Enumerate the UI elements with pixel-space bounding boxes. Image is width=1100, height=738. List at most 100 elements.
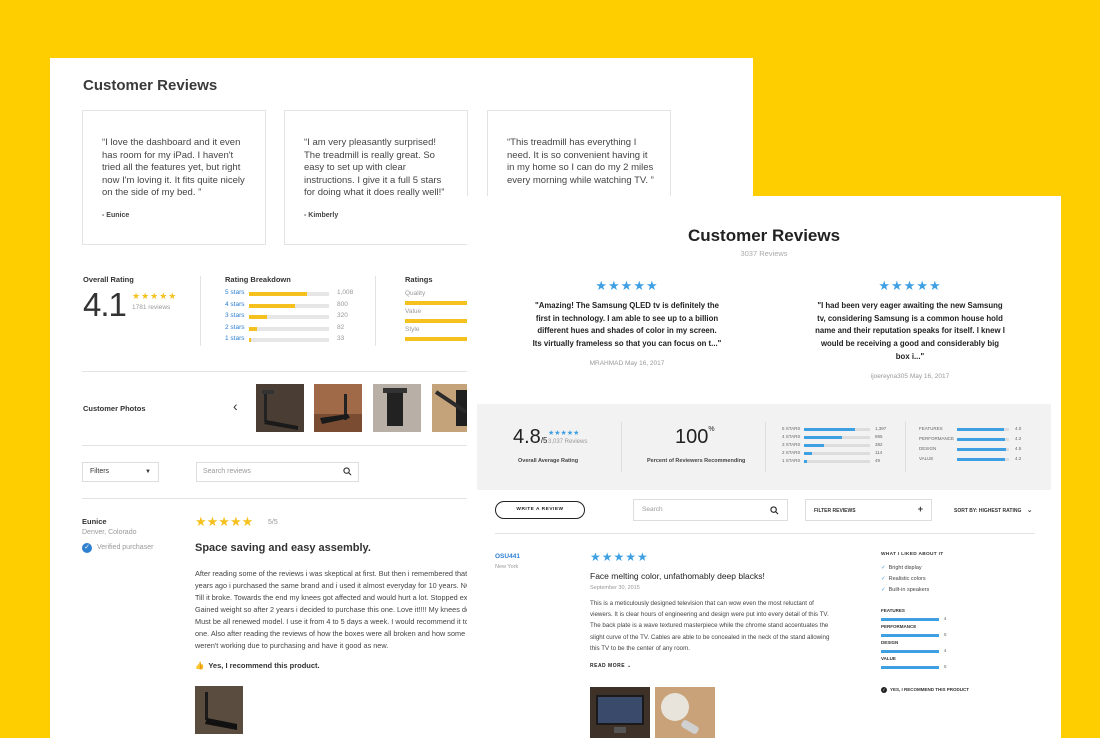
featured-stars: ★★★★★ xyxy=(878,278,942,293)
rating-row: Quality xyxy=(405,290,475,305)
feature-rating-bar xyxy=(957,458,1009,461)
breakdown-label[interactable]: 5 stars xyxy=(225,289,245,296)
breakdown-row[interactable]: 4 stars 800 xyxy=(225,301,355,311)
percent-value: 100 xyxy=(675,426,709,448)
check-icon: ✓ xyxy=(881,565,886,571)
feature-rating-label: PERFORMANCE xyxy=(919,436,955,441)
review-photo[interactable] xyxy=(195,686,243,734)
star-breakdown-row[interactable]: 2 STARS 114 xyxy=(782,450,892,458)
average-count: 3,037 Reviews xyxy=(548,439,588,445)
verified-badge: ✓ Verified purchaser xyxy=(82,543,153,553)
treadmill-photo-icon xyxy=(373,384,421,432)
breakdown-bar xyxy=(249,338,329,342)
testimonial-author: - Kimberly xyxy=(304,212,339,219)
search-input[interactable]: Search reviews xyxy=(196,462,359,482)
breakdown-row[interactable]: 3 stars 320 xyxy=(225,312,355,322)
breakdown-row[interactable]: 2 stars 82 xyxy=(225,324,355,334)
feature-rating-value: 4.0 xyxy=(1015,426,1022,431)
star-breakdown-row[interactable]: 4 STARS 895 xyxy=(782,434,892,442)
filters-dropdown[interactable]: Filters ▼ xyxy=(82,462,159,482)
star-breakdown-fill xyxy=(804,452,812,455)
breakdown-label[interactable]: 2 stars xyxy=(225,324,245,331)
feature-rating-fill xyxy=(957,458,1005,461)
feature-value: 5 xyxy=(944,664,947,669)
liked-item: ✓ Built-in speakers xyxy=(881,587,929,593)
check-icon: ✓ xyxy=(881,587,886,593)
featured-date: May 16, 2017 xyxy=(625,359,665,367)
feature-rating-row: DESIGN 4.5 xyxy=(919,446,1039,454)
feature-rating-bar xyxy=(957,438,1009,441)
featured-stars: ★★★★★ xyxy=(595,278,659,293)
feature-rating-label: DESIGN xyxy=(919,446,937,451)
read-more-link[interactable]: READ MORE ⌄ xyxy=(590,663,632,669)
review-line: weren't working due to purchasing and ha… xyxy=(195,641,389,650)
breakdown-count: 33 xyxy=(337,335,345,342)
feature-rating-row: FEATURES 4.0 xyxy=(919,426,1039,434)
percent-suffix: % xyxy=(708,426,715,433)
review-photo[interactable] xyxy=(590,687,650,738)
reviewer-name[interactable]: OSU441 xyxy=(495,553,520,560)
star-breakdown-bar xyxy=(804,444,870,447)
sort-value: HIGHEST RATING xyxy=(978,508,1022,514)
breakdown-count: 800 xyxy=(337,300,348,308)
breakdown-fill xyxy=(249,303,295,308)
page-title: Customer Reviews xyxy=(687,226,841,245)
divider xyxy=(200,276,201,346)
feature-value: 5 xyxy=(944,632,947,637)
feature-label: VALUE xyxy=(881,656,896,661)
breakdown-bar xyxy=(249,326,329,331)
breakdown-row[interactable]: 1 stars 33 xyxy=(225,335,355,345)
divider xyxy=(621,422,622,472)
featured-meta: ijoereyna305 May 16, 2017 xyxy=(815,373,1005,380)
tv-photo-icon xyxy=(590,687,650,738)
review-line: this TV to be the center of any room. xyxy=(590,644,690,652)
breakdown-bar xyxy=(249,292,329,296)
breakdown-label[interactable]: 3 stars xyxy=(225,312,245,319)
divider xyxy=(495,533,1035,534)
page-title: Customer Reviews xyxy=(83,77,218,94)
review-photo[interactable] xyxy=(655,687,715,738)
recommend-note: 👍 Yes, I recommend this product. xyxy=(195,661,320,670)
search-input[interactable]: Search xyxy=(633,499,788,521)
rating-bar xyxy=(405,337,475,341)
star-breakdown-row[interactable]: 1 STARS 49 xyxy=(782,458,892,466)
customer-photo[interactable] xyxy=(373,384,421,432)
breakdown-label[interactable]: 4 stars xyxy=(225,301,245,308)
breakdown-row[interactable]: 5 stars 1,008 xyxy=(225,289,355,299)
divider xyxy=(82,371,482,372)
star-breakdown-bar xyxy=(804,436,870,439)
feature-rating-label: FEATURES xyxy=(919,426,943,431)
breakdown-label[interactable]: 1 stars xyxy=(225,335,245,342)
testimonial-card: “I love the dashboard and it even has ro… xyxy=(82,110,266,245)
review-line: viewers. It is clear hours of engineerin… xyxy=(590,611,829,619)
star-breakdown-fill xyxy=(804,444,824,447)
caret-down-icon: ▼ xyxy=(145,469,151,475)
featured-review: ★★★★★ "I had been very eager awaiting th… xyxy=(815,278,1005,380)
liked-item: ✓ Bright display xyxy=(881,565,922,571)
breakdown-bar xyxy=(249,303,329,308)
search-icon[interactable] xyxy=(770,506,779,515)
search-icon[interactable] xyxy=(343,467,352,476)
breakdown-fill xyxy=(249,338,252,342)
filter-reviews-button[interactable]: FILTER REVIEWS + xyxy=(805,499,932,521)
testimonial-text: “I am very pleasantly surprised! The tre… xyxy=(304,137,445,198)
star-breakdown-row[interactable]: 3 STARS 382 xyxy=(782,442,892,450)
star-breakdown-fill xyxy=(804,428,856,431)
chevron-left-icon[interactable]: ‹ xyxy=(233,398,238,414)
customer-photo[interactable] xyxy=(256,384,304,432)
review-line: years ago i purchased the same brand and… xyxy=(195,581,479,590)
star-breakdown-label: 2 STARS xyxy=(782,450,801,455)
star-breakdown-label: 1 STARS xyxy=(782,458,801,463)
plus-icon: + xyxy=(917,504,923,514)
liked-item: ✓ Realistic colors xyxy=(881,576,926,582)
sort-dropdown[interactable]: SORT BY: HIGHEST RATING ⌄ xyxy=(954,506,1033,514)
testimonial-text: “This treadmill has everything I need. I… xyxy=(507,137,654,186)
rating-label: Value xyxy=(405,308,422,315)
recommend-note: ✓ YES, I RECOMMEND THIS PRODUCT xyxy=(881,687,969,693)
rating-row: Style xyxy=(405,326,475,341)
average-suffix: /5 xyxy=(540,436,548,445)
star-breakdown-row[interactable]: 5 STARS 1,397 xyxy=(782,426,892,434)
star-breakdown-count: 895 xyxy=(875,434,883,439)
customer-photo[interactable] xyxy=(314,384,362,432)
write-review-button[interactable]: WRITE A REVIEW xyxy=(495,501,585,519)
